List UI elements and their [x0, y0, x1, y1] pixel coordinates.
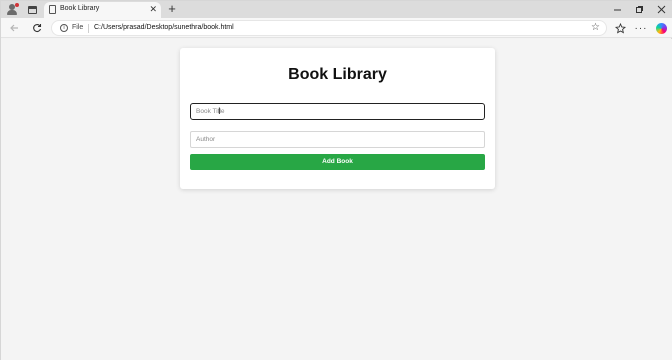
page-icon [49, 5, 56, 14]
restore-icon[interactable] [632, 3, 646, 15]
info-icon[interactable]: i [60, 24, 68, 32]
book-title-input[interactable] [190, 103, 485, 120]
tab-actions-icon[interactable] [25, 3, 39, 16]
star-icon[interactable]: ☆ [591, 22, 600, 33]
minimize-icon[interactable] [610, 3, 624, 15]
url-text[interactable]: C:/Users/prasad/Desktop/sunethra/book.ht… [94, 24, 234, 31]
tab-close-icon[interactable]: ✕ [149, 4, 157, 14]
favorites-icon[interactable] [613, 21, 627, 35]
back-arrow-icon[interactable] [7, 21, 21, 35]
browser-toolbar: i File C:/Users/prasad/Desktop/sunethra/… [1, 18, 672, 38]
tab-strip: Book Library ✕ + [1, 1, 672, 18]
address-bar[interactable]: i File C:/Users/prasad/Desktop/sunethra/… [51, 20, 607, 36]
copilot-icon[interactable] [654, 21, 668, 35]
author-input[interactable] [190, 131, 485, 148]
more-icon[interactable]: ··· [634, 21, 648, 35]
new-tab-icon[interactable]: + [165, 1, 179, 16]
tab-title: Book Library [60, 5, 100, 12]
refresh-icon[interactable] [30, 21, 44, 35]
page-viewport: Book Library Add Book [1, 39, 672, 360]
file-label: File [72, 24, 84, 31]
book-form-card: Book Library Add Book [180, 48, 495, 189]
browser-window: Book Library ✕ + i File C:/Users/prasad/… [0, 0, 672, 360]
profile-icon[interactable] [5, 3, 19, 16]
tab-book-library[interactable]: Book Library ✕ [44, 2, 161, 18]
address-separator [88, 24, 89, 33]
add-book-button[interactable]: Add Book [190, 154, 485, 170]
window-close-icon[interactable] [654, 3, 668, 15]
page-title: Book Library [288, 66, 387, 83]
